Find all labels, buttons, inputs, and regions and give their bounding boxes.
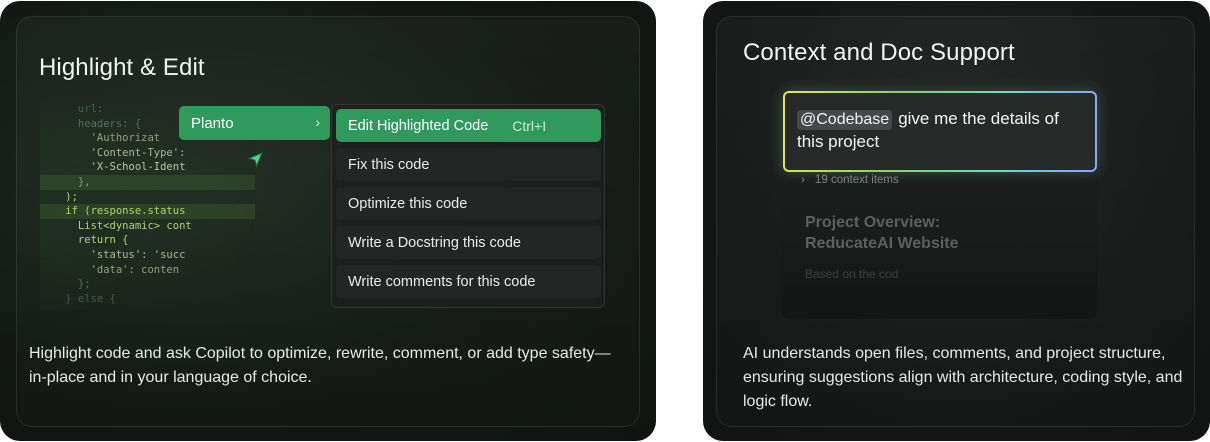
code-line: List<dynamic> cont bbox=[40, 219, 192, 232]
context-doc-title: Context and Doc Support bbox=[743, 39, 1015, 66]
context-items-toggle[interactable]: › 19 context items bbox=[801, 172, 899, 186]
chevron-right-icon: › bbox=[801, 172, 805, 186]
overview-body-text: Based on the cod bbox=[805, 267, 899, 281]
chat-prompt-text: @Codebase give me the details of this pro… bbox=[797, 107, 1087, 153]
highlight-edit-title: Highlight & Edit bbox=[39, 54, 205, 81]
context-doc-description: AI understands open files, comments, and… bbox=[743, 345, 1183, 410]
menu-item-write-docstring[interactable]: Write a Docstring this code bbox=[336, 226, 601, 259]
code-line: 'Content-Type': bbox=[40, 146, 186, 159]
menu-item-write-comments[interactable]: Write comments for this code bbox=[336, 265, 601, 298]
overview-title-line-2: ReducateAI Website bbox=[805, 235, 959, 252]
menu-item-edit-highlighted-code[interactable]: Edit Highlighted Code Ctrl+I bbox=[336, 109, 601, 142]
code-line: if (response.status bbox=[40, 204, 255, 219]
menu-item-label: Optimize this code bbox=[348, 195, 468, 212]
chevron-right-icon: › bbox=[315, 114, 320, 130]
planto-submenu: Edit Highlighted Code Ctrl+I Fix this co… bbox=[331, 104, 605, 308]
code-line: }, bbox=[40, 174, 255, 190]
code-line: ); bbox=[40, 190, 78, 203]
code-line: return { bbox=[40, 234, 129, 247]
code-line: } else { bbox=[40, 292, 116, 305]
menu-item-label: Write a Docstring this code bbox=[348, 234, 521, 251]
context-items-count: 19 context items bbox=[815, 174, 899, 186]
planto-menu-label: Planto bbox=[191, 114, 234, 132]
keyboard-shortcut: Ctrl+I bbox=[512, 117, 547, 134]
code-line: 'data': conten bbox=[40, 263, 180, 276]
codebase-tag[interactable]: @Codebase bbox=[797, 110, 893, 130]
menu-item-fix-code[interactable]: Fix this code bbox=[336, 148, 601, 181]
code-line: }; bbox=[40, 278, 91, 291]
menu-item-label: Fix this code bbox=[348, 156, 430, 173]
code-line: 'status': 'succ bbox=[40, 248, 186, 261]
project-overview-heading: Project Overview: ReducateAI Website bbox=[805, 212, 959, 254]
menu-item-label: Edit Highlighted Code bbox=[348, 117, 489, 134]
overview-title-line-1: Project Overview: bbox=[805, 214, 941, 231]
cursor-arrow-icon bbox=[247, 152, 263, 168]
highlight-edit-description: Highlight code and ask Copilot to optimi… bbox=[29, 345, 611, 386]
planto-menu-item[interactable]: Planto › bbox=[179, 106, 330, 140]
code-line: 'X-School-Ident bbox=[40, 161, 186, 174]
menu-item-optimize-code[interactable]: Optimize this code bbox=[336, 187, 601, 220]
menu-item-label: Write comments for this code bbox=[348, 273, 536, 290]
